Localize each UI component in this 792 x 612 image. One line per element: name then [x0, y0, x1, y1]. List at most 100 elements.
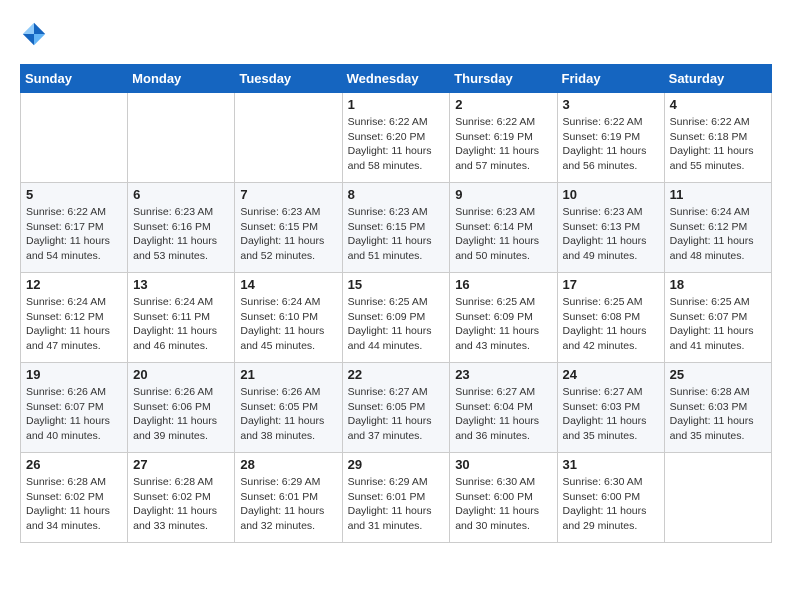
day-info: Sunrise: 6:26 AMSunset: 6:06 PMDaylight:… — [133, 385, 229, 444]
day-info: Sunrise: 6:28 AMSunset: 6:03 PMDaylight:… — [670, 385, 766, 444]
day-info: Sunrise: 6:25 AMSunset: 6:09 PMDaylight:… — [348, 295, 445, 354]
day-info: Sunrise: 6:29 AMSunset: 6:01 PMDaylight:… — [240, 475, 336, 534]
calendar-cell: 27Sunrise: 6:28 AMSunset: 6:02 PMDayligh… — [128, 453, 235, 543]
day-number: 17 — [563, 277, 659, 292]
day-number: 16 — [455, 277, 551, 292]
day-info: Sunrise: 6:24 AMSunset: 6:10 PMDaylight:… — [240, 295, 336, 354]
day-info: Sunrise: 6:30 AMSunset: 6:00 PMDaylight:… — [563, 475, 659, 534]
calendar-cell: 4 Sunrise: 6:22 AMSunset: 6:18 PMDaylight… — [664, 93, 771, 183]
day-number: 5 — [26, 187, 122, 202]
day-info: Sunrise: 6:22 AMSunset: 6:17 PMDaylight:… — [26, 205, 122, 264]
calendar-cell: 26 Sunrise: 6:28 AMSunset: 6:02 PMDayligh… — [21, 453, 128, 543]
day-info: Sunrise: 6:22 AMSunset: 6:20 PMDaylight:… — [348, 115, 445, 174]
calendar-cell: 8 Sunrise: 6:23 AMSunset: 6:15 PMDaylight… — [342, 183, 450, 273]
page-header — [20, 20, 772, 48]
day-info: Sunrise: 6:23 AMSunset: 6:16 PMDaylight:… — [133, 205, 229, 264]
day-info: Sunrise: 6:25 AMSunset: 6:08 PMDaylight:… — [563, 295, 659, 354]
calendar-cell: 5 Sunrise: 6:22 AMSunset: 6:17 PMDaylight… — [21, 183, 128, 273]
day-number: 12 — [26, 277, 122, 292]
calendar-cell — [21, 93, 128, 183]
calendar-cell: 28 Sunrise: 6:29 AMSunset: 6:01 PMDayligh… — [235, 453, 342, 543]
calendar-week-4: 19 Sunrise: 6:26 AMSunset: 6:07 PMDayligh… — [21, 363, 772, 453]
calendar-cell — [128, 93, 235, 183]
calendar-week-1: 1 Sunrise: 6:22 AMSunset: 6:20 PMDaylight… — [21, 93, 772, 183]
calendar-week-5: 26 Sunrise: 6:28 AMSunset: 6:02 PMDayligh… — [21, 453, 772, 543]
calendar-cell: 14 Sunrise: 6:24 AMSunset: 6:10 PMDayligh… — [235, 273, 342, 363]
day-info: Sunrise: 6:23 AMSunset: 6:15 PMDaylight:… — [240, 205, 336, 264]
weekday-header-sunday: Sunday — [21, 65, 128, 93]
day-number: 20 — [133, 367, 229, 382]
day-info: Sunrise: 6:27 AMSunset: 6:04 PMDaylight:… — [455, 385, 551, 444]
weekday-header-monday: Monday — [128, 65, 235, 93]
calendar-cell: 30 Sunrise: 6:30 AMSunset: 6:00 PMDayligh… — [450, 453, 557, 543]
calendar-table: SundayMondayTuesdayWednesdayThursdayFrid… — [20, 64, 772, 543]
calendar-cell: 12 Sunrise: 6:24 AMSunset: 6:12 PMDayligh… — [21, 273, 128, 363]
calendar-cell: 21Sunrise: 6:26 AMSunset: 6:05 PMDayligh… — [235, 363, 342, 453]
calendar-cell: 1 Sunrise: 6:22 AMSunset: 6:20 PMDaylight… — [342, 93, 450, 183]
day-number: 10 — [563, 187, 659, 202]
calendar-cell: 11Sunrise: 6:24 AMSunset: 6:12 PMDayligh… — [664, 183, 771, 273]
calendar-cell: 7 Sunrise: 6:23 AMSunset: 6:15 PMDaylight… — [235, 183, 342, 273]
calendar-cell: 25 Sunrise: 6:28 AMSunset: 6:03 PMDayligh… — [664, 363, 771, 453]
day-number: 27 — [133, 457, 229, 472]
calendar-cell: 6 Sunrise: 6:23 AMSunset: 6:16 PMDaylight… — [128, 183, 235, 273]
logo-icon — [20, 20, 48, 48]
calendar-cell: 24 Sunrise: 6:27 AMSunset: 6:03 PMDayligh… — [557, 363, 664, 453]
day-info: Sunrise: 6:29 AMSunset: 6:01 PMDaylight:… — [348, 475, 445, 534]
calendar-cell: 15 Sunrise: 6:25 AMSunset: 6:09 PMDayligh… — [342, 273, 450, 363]
day-number: 2 — [455, 97, 551, 112]
day-number: 15 — [348, 277, 445, 292]
day-number: 21 — [240, 367, 336, 382]
day-number: 4 — [670, 97, 766, 112]
weekday-header-thursday: Thursday — [450, 65, 557, 93]
calendar-cell: 2 Sunrise: 6:22 AMSunset: 6:19 PMDaylight… — [450, 93, 557, 183]
day-info: Sunrise: 6:24 AMSunset: 6:12 PMDaylight:… — [670, 205, 766, 264]
day-info: Sunrise: 6:23 AMSunset: 6:15 PMDaylight:… — [348, 205, 445, 264]
calendar-week-3: 12 Sunrise: 6:24 AMSunset: 6:12 PMDayligh… — [21, 273, 772, 363]
day-number: 26 — [26, 457, 122, 472]
day-number: 23 — [455, 367, 551, 382]
day-number: 19 — [26, 367, 122, 382]
calendar-cell — [235, 93, 342, 183]
calendar-cell: 29Sunrise: 6:29 AMSunset: 6:01 PMDayligh… — [342, 453, 450, 543]
day-number: 6 — [133, 187, 229, 202]
day-number: 3 — [563, 97, 659, 112]
day-info: Sunrise: 6:26 AMSunset: 6:07 PMDaylight:… — [26, 385, 122, 444]
day-info: Sunrise: 6:24 AMSunset: 6:12 PMDaylight:… — [26, 295, 122, 354]
calendar-cell: 18 Sunrise: 6:25 AMSunset: 6:07 PMDayligh… — [664, 273, 771, 363]
day-number: 9 — [455, 187, 551, 202]
day-number: 14 — [240, 277, 336, 292]
calendar-cell: 16 Sunrise: 6:25 AMSunset: 6:09 PMDayligh… — [450, 273, 557, 363]
day-number: 25 — [670, 367, 766, 382]
day-number: 13 — [133, 277, 229, 292]
day-number: 30 — [455, 457, 551, 472]
weekday-header-tuesday: Tuesday — [235, 65, 342, 93]
day-info: Sunrise: 6:25 AMSunset: 6:07 PMDaylight:… — [670, 295, 766, 354]
weekday-header-friday: Friday — [557, 65, 664, 93]
day-number: 7 — [240, 187, 336, 202]
day-number: 22 — [348, 367, 445, 382]
day-number: 28 — [240, 457, 336, 472]
calendar-cell — [664, 453, 771, 543]
day-number: 8 — [348, 187, 445, 202]
day-info: Sunrise: 6:24 AMSunset: 6:11 PMDaylight:… — [133, 295, 229, 354]
weekday-header-saturday: Saturday — [664, 65, 771, 93]
day-info: Sunrise: 6:27 AMSunset: 6:03 PMDaylight:… — [563, 385, 659, 444]
day-info: Sunrise: 6:23 AMSunset: 6:13 PMDaylight:… — [563, 205, 659, 264]
logo — [20, 20, 52, 48]
day-info: Sunrise: 6:30 AMSunset: 6:00 PMDaylight:… — [455, 475, 551, 534]
day-info: Sunrise: 6:22 AMSunset: 6:18 PMDaylight:… — [670, 115, 766, 174]
day-info: Sunrise: 6:27 AMSunset: 6:05 PMDaylight:… — [348, 385, 445, 444]
calendar-week-2: 5 Sunrise: 6:22 AMSunset: 6:17 PMDaylight… — [21, 183, 772, 273]
calendar-cell: 22 Sunrise: 6:27 AMSunset: 6:05 PMDayligh… — [342, 363, 450, 453]
calendar-cell: 17 Sunrise: 6:25 AMSunset: 6:08 PMDayligh… — [557, 273, 664, 363]
day-info: Sunrise: 6:25 AMSunset: 6:09 PMDaylight:… — [455, 295, 551, 354]
day-number: 24 — [563, 367, 659, 382]
day-number: 18 — [670, 277, 766, 292]
calendar-cell: 9Sunrise: 6:23 AMSunset: 6:14 PMDaylight… — [450, 183, 557, 273]
day-info: Sunrise: 6:22 AMSunset: 6:19 PMDaylight:… — [455, 115, 551, 174]
weekday-header-row: SundayMondayTuesdayWednesdayThursdayFrid… — [21, 65, 772, 93]
day-info: Sunrise: 6:28 AMSunset: 6:02 PMDaylight:… — [26, 475, 122, 534]
day-number: 1 — [348, 97, 445, 112]
calendar-cell: 23 Sunrise: 6:27 AMSunset: 6:04 PMDayligh… — [450, 363, 557, 453]
